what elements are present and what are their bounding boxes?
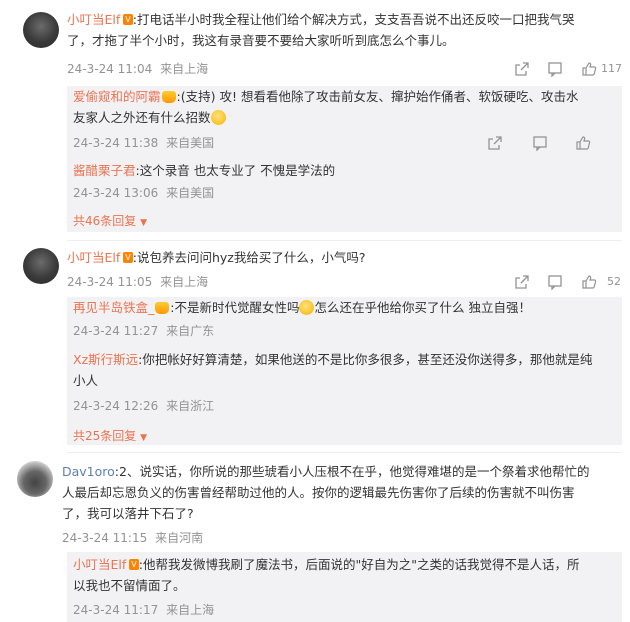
more-replies-label: 共25条回复 [73,429,137,443]
reply-date: 24-3-24 11:17 [73,603,159,617]
divider [67,452,622,453]
reply-list: 再见半岛铁盒_ :不是新时代觉醒女性吗 怎么还在乎他给你买了什么 独立自强！ 24-… [67,297,622,445]
reply-body: :这个录音 也太专业了 不愧是学法的 [135,163,336,178]
reply-text: 爱偷窥和的阿霸 :(支持) 攻! 想看看他除了攻击前女友、撺护始作俑者、软饭硬吃、… [73,86,618,128]
reply-list: 小叮当Elf V:他帮我发微博我刷了魔法书，后面说的"好自为之"之类的话我觉得不是… [67,552,622,622]
verified-badge: V [123,252,133,263]
reply-body-cont: 怎么还在乎他给你买了什么 独立自强！ [314,300,531,315]
share-icon[interactable] [487,135,503,151]
reply-username[interactable]: 再见半岛铁盒_ [73,300,154,315]
more-replies-link[interactable]: 共25条回复 ▼ [73,427,147,444]
reply-list: 爱偷窥和的阿霸 :(支持) 攻! 想看看他除了攻击前女友、撺护始作俑者、软饭硬吃、… [67,86,622,232]
reply-body: :(支持) 攻! 想看看他除了攻击前女友、撺护始作俑者、软饭硬吃、攻击水 [176,89,579,104]
member-crown-icon [161,91,176,103]
comment-body-line2: 人最后却忘恩负义的伤害曾经帮助过他的人。按你的逻辑最先伤害你了后续的伤害就不叫伤… [62,485,575,500]
comment-icon[interactable] [547,61,563,78]
comment-date: 24-3-24 11:05 [67,275,153,289]
comment-text: 小叮当Elf V:说包养去问问hyz我给买了什么，小气吗? [67,247,622,268]
comment-body-line2: 了，才拖了半个小时，我这有录音要不要给大家听听到底怎么个事儿。 [67,33,455,48]
comment-actions: 52 [514,274,624,291]
comment-icon[interactable] [532,135,548,152]
comment-text: 小叮当Elf V:打电话半小时我全程让他们给个解决方式，支支吾吾说不出还反咬一口把… [67,9,622,51]
reply-text: Xz斯行斯远:你把帐好好算清楚，如果他送的不是比你多很多，甚至还没你送得多，那他… [73,349,618,391]
reply-location: 来自广东 [166,324,215,338]
share-icon[interactable] [514,61,530,77]
comment-actions: 117 [514,61,624,78]
reply-body: :不是新时代觉醒女性吗 [170,300,300,315]
comment-icon[interactable] [547,274,563,291]
comment-username[interactable]: Dav1oro [62,464,115,479]
like-icon[interactable] [581,61,597,77]
reply-body: :你把帐好好算清楚，如果他送的不是比你多很多，甚至还没你送得多，那他就是纯 [138,352,593,367]
reply-username[interactable]: 爱偷窥和的阿霸 [73,89,161,104]
like-icon[interactable] [581,274,597,290]
comment-username[interactable]: 小叮当Elf [67,12,120,27]
reply-date: 24-3-24 11:27 [73,324,159,338]
comment-body: :打电话半小时我全程让他们给个解决方式，支支吾吾说不出还反咬一口把我气哭 [132,12,575,27]
comment-meta: 24-3-24 11:15 来自河南 [62,530,203,546]
comment-username[interactable]: 小叮当Elf [67,250,120,265]
smile-emoji-icon [210,110,226,125]
reply-date: 24-3-24 11:38 [73,136,159,150]
comment-location: 来自河南 [155,531,204,545]
comment-location: 来自上海 [160,62,209,76]
reply-meta: 24-3-24 12:26 来自浙江 [73,398,214,414]
comment-date: 24-3-24 11:04 [67,62,153,76]
reply-date: 24-3-24 13:06 [73,186,159,200]
reply-date: 24-3-24 12:26 [73,399,159,413]
emoji-icon [299,300,315,315]
reply-meta: 24-3-24 13:06 来自美国 [73,185,214,201]
reply-body-line2: 小人 [73,373,99,388]
verified-badge: V [129,559,139,570]
reply-text: 酱醋栗子君:这个录音 也太专业了 不愧是学法的 [73,160,618,181]
member-crown-icon [155,302,170,314]
share-icon[interactable] [514,274,530,290]
reply-meta: 24-3-24 11:38 来自美国 [73,135,214,151]
reply-text: 小叮当Elf V:他帮我发微博我刷了魔法书，后面说的"好自为之"之类的话我觉得不是… [73,554,618,596]
avatar[interactable] [23,248,59,284]
like-icon[interactable] [575,135,591,151]
more-replies-label: 共46条回复 [73,214,137,228]
reply-username[interactable]: 酱醋栗子君 [73,163,136,178]
avatar[interactable] [17,461,53,497]
like-count: 117 [601,62,622,75]
reply-actions [487,135,612,152]
chevron-down-icon: ▼ [140,433,148,443]
comment-body-line3: 了，我可以落井下石了? [62,506,194,521]
comment-body: :2、说实话，你所说的那些琥看小人压根不在乎，他觉得难堪的是一个祭着求他帮忙的 [114,464,590,479]
reply-body-line2: 友家人之外还有什么招数 [73,110,211,125]
reply-location: 来自美国 [166,186,215,200]
chevron-down-icon: ▼ [140,218,148,228]
verified-badge: V [123,14,133,25]
comment-location: 来自上海 [160,275,209,289]
comment-date: 24-3-24 11:15 [62,531,148,545]
reply-username[interactable]: 小叮当Elf [73,557,126,572]
comment-body: :说包养去问问hyz我给买了什么，小气吗? [132,250,366,265]
reply-meta: 24-3-24 11:17 来自上海 [73,602,214,618]
reply-username[interactable]: Xz斯行斯远 [73,352,138,367]
reply-text: 再见半岛铁盒_ :不是新时代觉醒女性吗 怎么还在乎他给你买了什么 独立自强！ [73,297,618,318]
comment-text: Dav1oro:2、说实话，你所说的那些琥看小人压根不在乎，他觉得难堪的是一个祭… [62,461,622,524]
reply-location: 来自上海 [166,603,215,617]
reply-meta: 24-3-24 11:27 来自广东 [73,323,214,339]
reply-location: 来自美国 [166,136,215,150]
reply-location: 来自浙江 [166,399,215,413]
avatar[interactable] [23,12,59,48]
more-replies-link[interactable]: 共46条回复 ▼ [73,212,147,229]
comment-meta: 24-3-24 11:04 来自上海 [67,61,208,77]
comment-meta: 24-3-24 11:05 来自上海 [67,274,208,290]
divider [67,240,622,241]
reply-body: :他帮我发微博我刷了魔法书，后面说的"好自为之"之类的话我觉得不是人话，所 [138,557,580,572]
like-count: 52 [607,275,621,288]
reply-body-line2: 以我也不留情面了。 [73,578,186,593]
